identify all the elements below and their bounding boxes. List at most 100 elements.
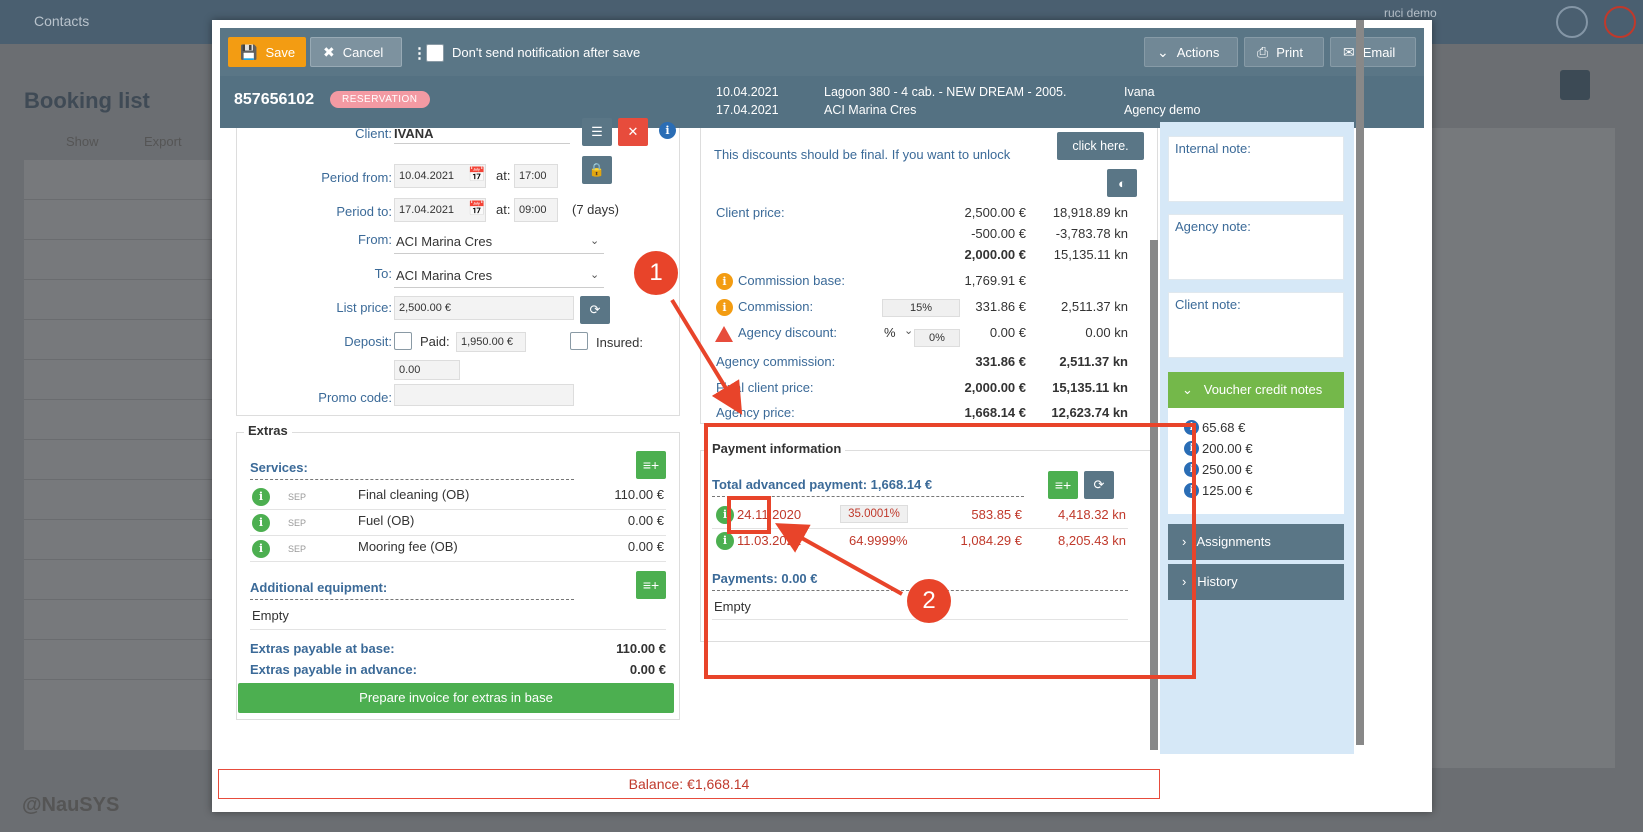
client-note-label: Client note: bbox=[1175, 297, 1241, 312]
service-row-divider bbox=[250, 561, 666, 562]
reservation-modal: 💾 Save ✖ Cancel ⋮ Don't send notificatio… bbox=[212, 20, 1432, 812]
paid-checkbox[interactable] bbox=[394, 332, 412, 350]
client-label: Client: bbox=[355, 126, 392, 141]
background-brand: @NauSYS bbox=[22, 794, 120, 816]
dont-notify-checkbox[interactable] bbox=[426, 44, 444, 62]
voucher-credit-notes-label: Voucher credit notes bbox=[1203, 382, 1323, 397]
commission-base-info-icon[interactable]: i bbox=[716, 273, 733, 290]
print-icon: ⎙ bbox=[1257, 43, 1269, 60]
chevron-down-icon: ⌄ bbox=[1182, 382, 1193, 397]
unlock-click-here-button[interactable]: click here. bbox=[1057, 132, 1144, 160]
period-to-time-input[interactable]: 09:00 bbox=[514, 198, 558, 222]
paid-label: Paid: bbox=[420, 334, 450, 349]
save-label: Save bbox=[265, 44, 296, 60]
more-options-icon[interactable]: ⋮ bbox=[412, 44, 427, 62]
to-select[interactable]: ACI Marina Cres bbox=[394, 264, 604, 288]
actions-label: Actions bbox=[1176, 44, 1220, 60]
actions-button[interactable]: ⌄ Actions bbox=[1144, 37, 1238, 67]
service-price: 110.00 € bbox=[614, 487, 664, 502]
payment-highlight-box bbox=[704, 423, 1196, 679]
background-export-menu: Export bbox=[144, 134, 182, 149]
agency-note-field[interactable]: Agency note: bbox=[1168, 214, 1344, 280]
promo-code-label: Promo code: bbox=[318, 390, 392, 405]
warning-icon bbox=[715, 326, 733, 342]
voucher-credit-notes-toggle[interactable]: ⌄ Voucher credit notes bbox=[1168, 372, 1344, 408]
agency-price-kn: 12,623.74 kn bbox=[1051, 405, 1128, 420]
eye-slash-icon[interactable]: ◐ bbox=[1107, 169, 1137, 197]
background-booking-list bbox=[24, 160, 214, 750]
period-from-at-label: at: bbox=[496, 168, 511, 183]
calendar-icon[interactable]: 📅 bbox=[468, 166, 485, 183]
balance-bar: Balance: €1,668.14 bbox=[218, 769, 1160, 799]
cancel-button[interactable]: ✖ Cancel bbox=[310, 37, 402, 67]
header-yacht: Lagoon 380 - 4 cab. - NEW DREAM - 2005. bbox=[824, 85, 1067, 99]
header-date-from: 10.04.2021 bbox=[716, 85, 779, 99]
agency-commission-kn: 2,511.37 kn bbox=[1059, 354, 1128, 369]
service-tag: SEP bbox=[288, 544, 307, 554]
modal-scrollbar[interactable] bbox=[1356, 20, 1364, 745]
refresh-icon[interactable]: ⟳ bbox=[580, 296, 610, 324]
save-icon: 💾 bbox=[240, 43, 258, 60]
annotation-marker-1: 1 bbox=[634, 251, 678, 295]
print-label: Print bbox=[1276, 44, 1303, 60]
promo-code-input[interactable] bbox=[394, 384, 574, 406]
reservation-header: 857656102 RESERVATION 10.04.2021 17.04.2… bbox=[220, 76, 1424, 128]
equipment-row-divider bbox=[250, 629, 666, 630]
service-name: Final cleaning (OB) bbox=[358, 487, 470, 502]
client-price-kn: 18,918.89 kn bbox=[1052, 205, 1128, 220]
client-field[interactable]: IVANA bbox=[394, 126, 570, 144]
extras-payable-base-label: Extras payable at base: bbox=[250, 641, 395, 656]
agency-note-label: Agency note: bbox=[1175, 219, 1251, 234]
history-label: History bbox=[1197, 574, 1238, 589]
period-from-time-input[interactable]: 17:00 bbox=[514, 164, 558, 188]
client-list-icon[interactable]: ☰ bbox=[582, 118, 612, 146]
commission-base-eur: 1,769.91 € bbox=[964, 273, 1026, 288]
voucher-amount: 125.00 € bbox=[1202, 483, 1253, 498]
service-info-icon[interactable]: i bbox=[252, 488, 270, 506]
email-button[interactable]: ✉ Email bbox=[1330, 37, 1416, 67]
print-button[interactable]: ⎙ Print bbox=[1244, 37, 1324, 67]
deposit-amount-input[interactable]: 0.00 bbox=[394, 360, 460, 380]
additional-equipment-title: Additional equipment: bbox=[250, 580, 388, 595]
client-note-field[interactable]: Client note: bbox=[1168, 292, 1344, 358]
header-client: Ivana bbox=[1124, 85, 1155, 99]
background-nav-contacts: Contacts bbox=[34, 13, 90, 29]
prepare-invoice-button[interactable]: Prepare invoice for extras in base bbox=[238, 683, 674, 713]
service-tag: SEP bbox=[288, 492, 307, 502]
header-agency: Agency demo bbox=[1124, 103, 1201, 117]
dont-notify-label: Don't send notification after save bbox=[452, 45, 641, 60]
extras-payable-base-value: 110.00 € bbox=[616, 641, 666, 656]
close-circle-icon: ✖ bbox=[323, 43, 335, 60]
client-price-total-eur: 2,000.00 € bbox=[964, 247, 1026, 262]
calendar-icon[interactable]: 📅 bbox=[468, 200, 485, 217]
internal-note-field[interactable]: Internal note: bbox=[1168, 136, 1344, 202]
client-price-eur: 2,500.00 € bbox=[964, 205, 1026, 220]
extras-payable-advance-value: 0.00 € bbox=[629, 662, 666, 677]
agency-discount-kn: 0.00 kn bbox=[1085, 325, 1128, 340]
from-select[interactable]: ACI Marina Cres bbox=[394, 230, 604, 254]
chevron-down-icon: ⌄ bbox=[904, 325, 914, 337]
agency-discount-unit-select[interactable]: % bbox=[884, 325, 896, 340]
list-price-input[interactable]: 2,500.00 € bbox=[394, 296, 574, 320]
service-info-icon[interactable]: i bbox=[252, 540, 270, 558]
background-show-menu: Show bbox=[66, 134, 99, 149]
avatar bbox=[1556, 6, 1588, 38]
add-service-button[interactable]: ≡+ bbox=[636, 451, 666, 479]
voucher-amount: 200.00 € bbox=[1202, 441, 1253, 456]
services-title: Services: bbox=[250, 460, 308, 475]
paid-amount-input[interactable]: 1,950.00 € bbox=[456, 332, 526, 352]
lock-icon[interactable]: 🔒 bbox=[582, 156, 612, 184]
commission-info-icon[interactable]: i bbox=[716, 299, 733, 316]
client-info-icon[interactable]: i bbox=[659, 122, 676, 139]
status-badge: RESERVATION bbox=[330, 91, 430, 108]
service-price: 0.00 € bbox=[627, 539, 664, 554]
save-button[interactable]: 💾 Save bbox=[228, 37, 306, 67]
commission-eur: 331.86 € bbox=[975, 299, 1026, 314]
insured-checkbox[interactable] bbox=[570, 332, 588, 350]
commission-base-label: Commission base: bbox=[738, 273, 845, 288]
chevron-down-icon: ⌄ bbox=[590, 269, 600, 281]
client-clear-button[interactable]: ✕ bbox=[618, 118, 648, 146]
add-equipment-button[interactable]: ≡+ bbox=[636, 571, 666, 599]
background-page-title: Booking list bbox=[24, 88, 150, 113]
service-info-icon[interactable]: i bbox=[252, 514, 270, 532]
